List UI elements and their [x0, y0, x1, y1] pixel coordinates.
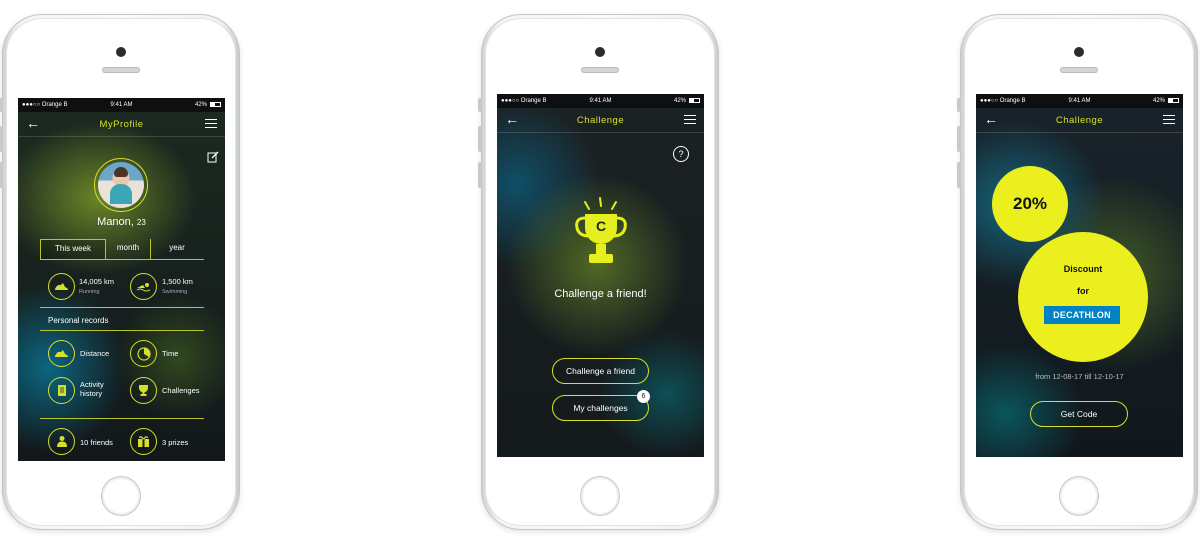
records-heading: Personal records — [48, 316, 109, 325]
discount-line-2: for — [1077, 286, 1089, 296]
record-activity-history[interactable]: Activity history — [80, 380, 116, 398]
home-button[interactable] — [580, 476, 620, 516]
user-name: Manon, 23 — [18, 216, 225, 228]
time-clock-icon[interactable] — [130, 340, 157, 367]
volume-up — [0, 126, 3, 152]
get-code-button[interactable]: Get Code — [1030, 401, 1128, 427]
divider — [40, 307, 204, 308]
trophy-letter: C — [595, 218, 607, 234]
distance-shoe-icon[interactable] — [48, 340, 75, 367]
running-stat-icon — [48, 273, 75, 300]
mute-switch — [478, 98, 482, 112]
phone-3: ●●●○○ Orange B 9:41 AM 42% ← Challenge 2… — [957, 14, 1198, 530]
record-time[interactable]: Time — [162, 349, 178, 358]
volume-down — [957, 162, 961, 188]
swimming-label: Swimming — [162, 289, 188, 295]
trophy-icon: C — [571, 192, 631, 272]
status-bar: ●●●○○ Orange B 9:41 AM 42% — [18, 98, 225, 112]
challenge-friend-button[interactable]: Challenge a friend — [552, 358, 649, 384]
volume-up — [478, 126, 482, 152]
phone-1: ●●●○○ Orange B 9:41 AM 42% ← MyProfile M… — [0, 14, 240, 530]
challenges-trophy-icon[interactable] — [130, 377, 157, 404]
hamburger-menu-icon[interactable] — [205, 119, 217, 128]
record-challenges[interactable]: Challenges — [162, 386, 200, 395]
tab-month[interactable]: month — [106, 239, 151, 259]
running-value: 14,005 km — [79, 277, 115, 286]
home-button[interactable] — [101, 476, 141, 516]
activity-history-icon[interactable] — [48, 377, 75, 404]
earpiece — [1060, 67, 1098, 73]
front-camera — [116, 47, 126, 57]
my-challenges-label[interactable]: My challenges — [573, 403, 627, 413]
mute-switch — [0, 98, 3, 112]
challenge-screen: ●●●○○ Orange B 9:41 AM 42% ← Challenge ?… — [497, 94, 704, 457]
page-title: MyProfile — [99, 119, 144, 130]
discount-offer-circle: Discount for DECATHLON — [1018, 232, 1148, 362]
divider — [40, 418, 204, 419]
clock: 9:41 AM — [589, 98, 612, 104]
decathlon-logo: DECATHLON — [1044, 306, 1120, 324]
user-age: 23 — [136, 218, 146, 227]
battery-icon — [689, 98, 700, 103]
battery-percent: 42% — [1152, 98, 1165, 104]
status-bar: ●●●○○ Orange B 9:41 AM 42% — [497, 94, 704, 108]
battery-icon — [210, 102, 221, 107]
clock: 9:41 AM — [110, 102, 133, 108]
page-title: Challenge — [576, 115, 625, 126]
home-button[interactable] — [1059, 476, 1099, 516]
earpiece — [102, 67, 140, 73]
friends-count[interactable]: 10 friends — [80, 438, 113, 447]
front-camera — [1074, 47, 1084, 57]
hamburger-menu-icon[interactable] — [1163, 115, 1175, 124]
mute-switch — [957, 98, 961, 112]
challenges-badge: 6 — [637, 390, 650, 403]
record-distance[interactable]: Distance — [80, 349, 109, 358]
edit-icon[interactable] — [207, 150, 219, 163]
nav-bar: ← MyProfile — [18, 112, 225, 137]
prizes-gift-icon[interactable] — [130, 428, 157, 455]
my-challenges-button[interactable]: My challenges — [552, 395, 649, 421]
status-bar: ●●●○○ Orange B 9:41 AM 42% — [976, 94, 1183, 108]
reward-screen: ●●●○○ Orange B 9:41 AM 42% ← Challenge 2… — [976, 94, 1183, 457]
discount-line-1: Discount — [1063, 264, 1103, 274]
volume-down — [0, 162, 3, 188]
prizes-count[interactable]: 3 prizes — [162, 438, 188, 447]
volume-up — [957, 126, 961, 152]
tab-this-week[interactable]: This week — [40, 239, 106, 259]
headline: Challenge a friend! — [554, 288, 647, 300]
profile-screen: ●●●○○ Orange B 9:41 AM 42% ← MyProfile M… — [18, 98, 225, 461]
clock: 9:41 AM — [1068, 98, 1091, 104]
swimming-stat-icon — [130, 273, 157, 300]
swimming-value: 1,500 km — [162, 277, 193, 286]
discount-percent-circle: 20% — [992, 166, 1068, 242]
battery-percent: 42% — [194, 102, 207, 108]
volume-down — [478, 162, 482, 188]
running-label: Running — [79, 289, 100, 295]
nav-bar: ← Challenge — [976, 108, 1183, 133]
divider — [40, 330, 204, 331]
front-camera — [595, 47, 605, 57]
battery-percent: 42% — [673, 98, 686, 104]
earpiece — [581, 67, 619, 73]
validity-dates: from 12-08-17 till 12-10-17 — [1035, 372, 1124, 381]
help-icon[interactable]: ? — [673, 146, 689, 162]
user-name-text: Manon, — [97, 216, 134, 228]
avatar[interactable] — [94, 158, 148, 212]
tab-year[interactable]: year — [150, 239, 204, 259]
hamburger-menu-icon[interactable] — [684, 115, 696, 124]
period-tabs: This week month year — [40, 239, 204, 260]
battery-icon — [1168, 98, 1179, 103]
page-title: Challenge — [1055, 115, 1104, 126]
friends-person-icon[interactable] — [48, 428, 75, 455]
phone-2: ●●●○○ Orange B 9:41 AM 42% ← Challenge ?… — [478, 14, 719, 530]
nav-bar: ← Challenge — [497, 108, 704, 133]
